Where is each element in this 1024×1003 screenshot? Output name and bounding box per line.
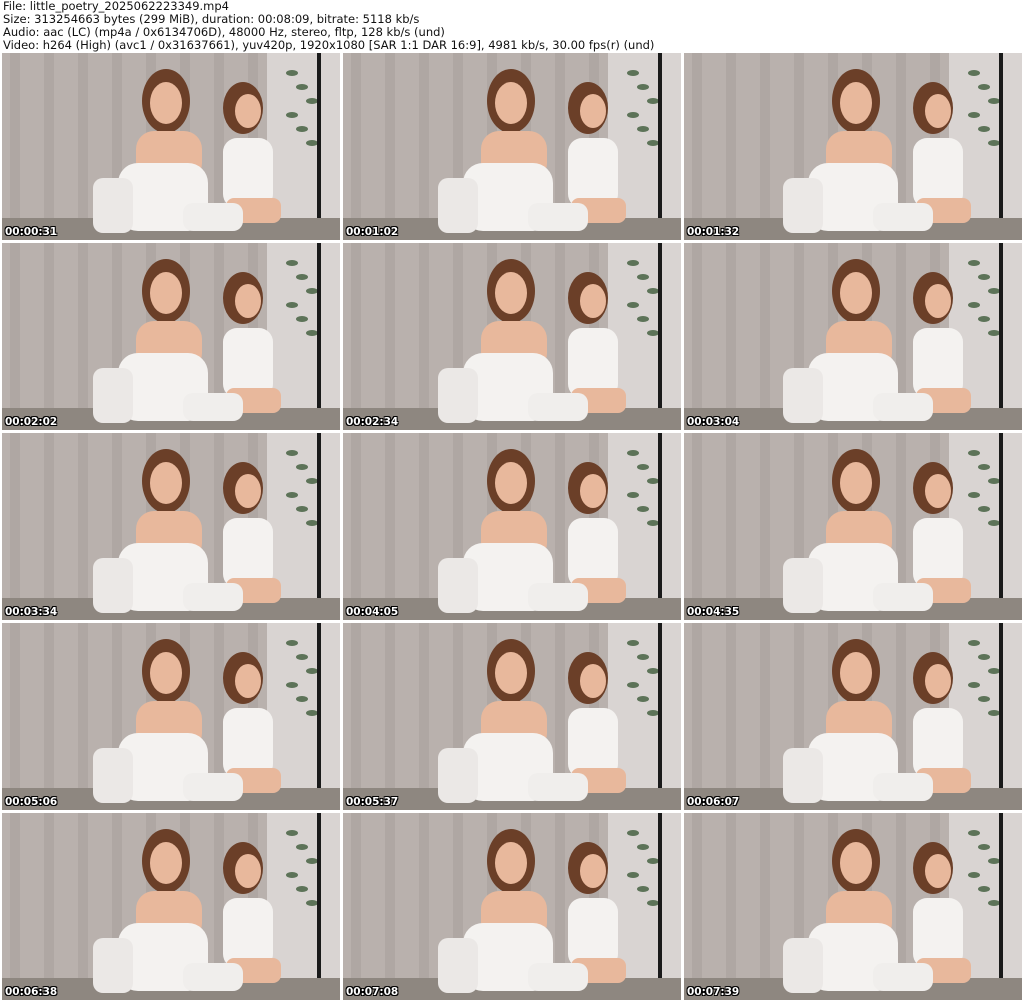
thumbnail-scene-image (2, 433, 340, 620)
thumbnail-scene-image (684, 243, 1022, 430)
thumbnail-timestamp: 00:02:34 (346, 416, 399, 428)
video-thumbnail: 00:02:02 (2, 243, 340, 430)
thumbnail-scene-image (684, 623, 1022, 810)
thumbnail-timestamp: 00:04:05 (346, 606, 399, 618)
video-info: Video: h264 (High) (avc1 / 0x31637661), … (3, 38, 655, 52)
thumbnail-scene-image (684, 433, 1022, 620)
thumbnail-scene-image (2, 243, 340, 430)
thumbnail-timestamp: 00:07:39 (687, 986, 740, 998)
video-thumbnail: 00:06:07 (684, 623, 1022, 810)
thumbnail-timestamp: 00:00:31 (5, 226, 58, 238)
video-thumbnail: 00:06:38 (2, 813, 340, 1000)
thumbnail-timestamp: 00:02:02 (5, 416, 58, 428)
thumbnail-scene-image (343, 623, 681, 810)
video-thumbnail: 00:04:35 (684, 433, 1022, 620)
thumbnail-timestamp: 00:05:37 (346, 796, 399, 808)
thumbnail-scene-image (2, 53, 340, 240)
thumbnail-scene-image (343, 813, 681, 1000)
video-thumbnail: 00:03:04 (684, 243, 1022, 430)
thumbnail-scene-image (2, 813, 340, 1000)
video-thumbnail: 00:04:05 (343, 433, 681, 620)
video-thumbnail: 00:01:02 (343, 53, 681, 240)
thumbnail-scene-image (2, 623, 340, 810)
video-thumbnail: 00:00:31 (2, 53, 340, 240)
thumbnail-scene-image (684, 813, 1022, 1000)
thumbnail-timestamp: 00:01:32 (687, 226, 740, 238)
thumbnail-scene-image (343, 53, 681, 240)
video-thumbnail: 00:05:06 (2, 623, 340, 810)
thumbnail-timestamp: 00:07:08 (346, 986, 399, 998)
thumbnail-grid: 00:00:31 00:01:02 00:01:32 00:02:02 00:02:34… (2, 53, 1022, 1001)
video-thumbnail: 00:03:34 (2, 433, 340, 620)
thumbnail-scene-image (343, 243, 681, 430)
thumbnail-timestamp: 00:06:38 (5, 986, 58, 998)
thumbnail-timestamp: 00:03:34 (5, 606, 58, 618)
video-thumbnail: 00:07:08 (343, 813, 681, 1000)
thumbnail-scene-image (684, 53, 1022, 240)
thumbnail-timestamp: 00:01:02 (346, 226, 399, 238)
thumbnail-scene-image (343, 433, 681, 620)
video-thumbnail: 00:07:39 (684, 813, 1022, 1000)
video-thumbnail: 00:02:34 (343, 243, 681, 430)
video-thumbnail: 00:05:37 (343, 623, 681, 810)
thumbnail-timestamp: 00:04:35 (687, 606, 740, 618)
thumbnail-timestamp: 00:05:06 (5, 796, 58, 808)
video-thumbnail: 00:01:32 (684, 53, 1022, 240)
thumbnail-timestamp: 00:06:07 (687, 796, 740, 808)
thumbnail-timestamp: 00:03:04 (687, 416, 740, 428)
file-info-header: File: little_poetry_2025062223349.mp4 Si… (3, 0, 1021, 52)
